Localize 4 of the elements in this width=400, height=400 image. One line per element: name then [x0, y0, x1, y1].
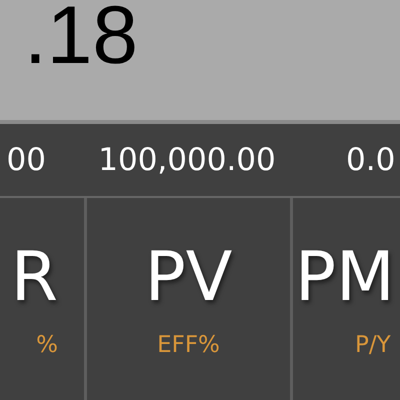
register-value: 100,000.00	[98, 142, 276, 178]
register-value: 00	[6, 142, 46, 178]
register-value: 0.0	[346, 142, 396, 178]
display-value: .18	[24, 0, 138, 72]
